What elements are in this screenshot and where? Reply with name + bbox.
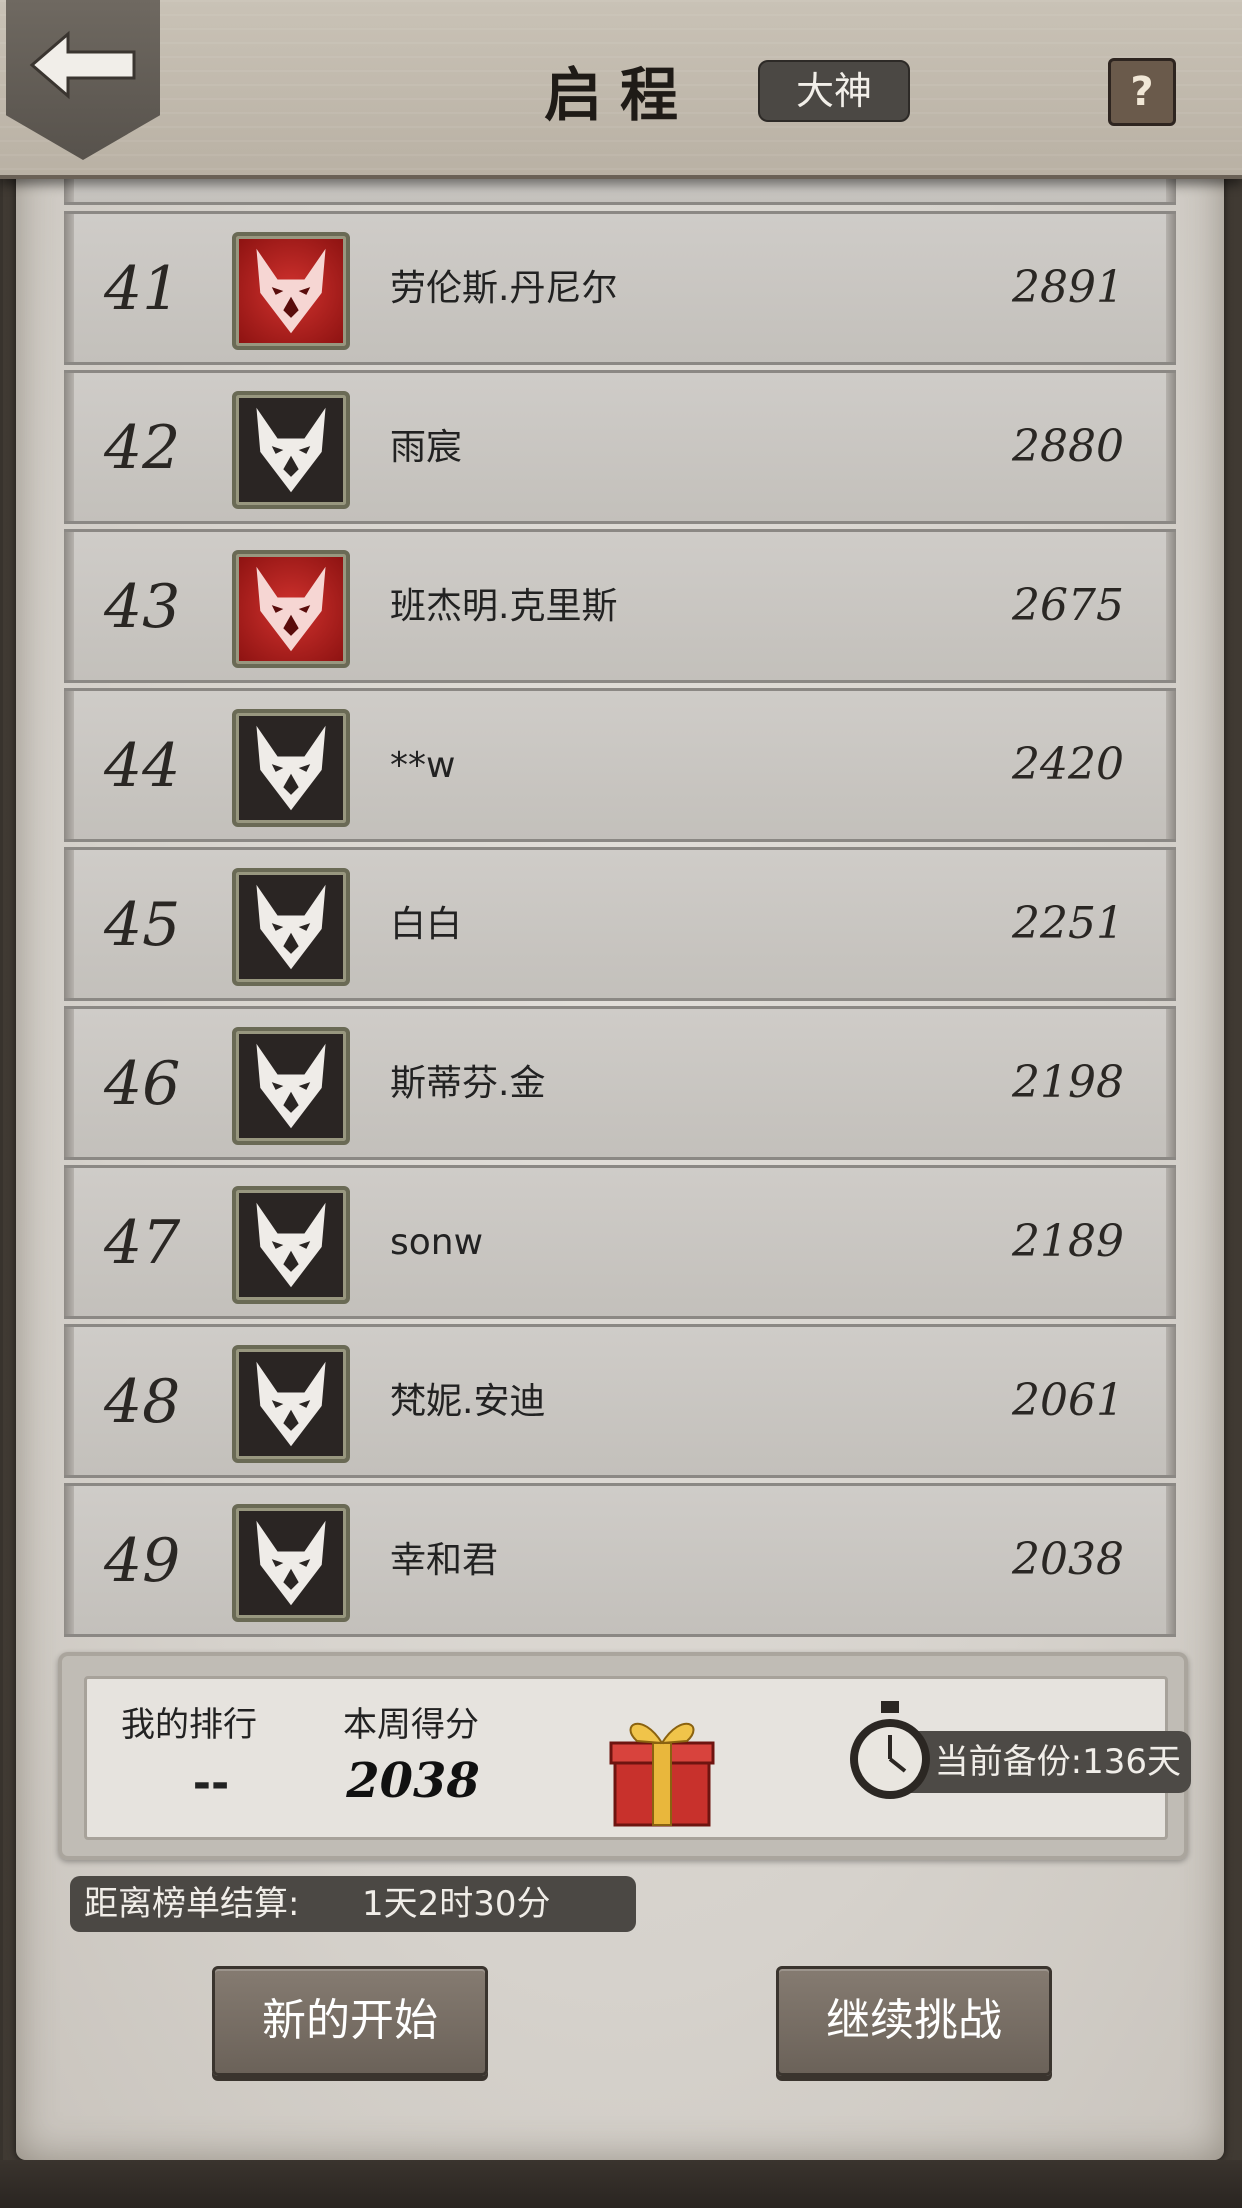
rank-number: 42	[104, 413, 181, 483]
rank-number: 41	[104, 254, 181, 324]
help-button[interactable]: ?	[1108, 58, 1176, 126]
header-bar: 启程 大神 ?	[0, 0, 1242, 179]
new-start-button[interactable]: 新的开始	[212, 1966, 488, 2076]
table-row: 46 斯蒂芬.金 2198	[64, 1006, 1176, 1160]
player-name: 劳伦斯.丹尼尔	[390, 268, 618, 309]
table-row: 43 班杰明.克里斯 2675	[64, 529, 1176, 683]
player-score: 2038	[1012, 1534, 1124, 1585]
player-score: 2675	[1012, 580, 1124, 631]
red-wolf-icon	[232, 232, 350, 350]
countdown-value: 1天2时30分	[362, 1884, 551, 1924]
leaderboard-list[interactable]: 41 劳伦斯.丹尼尔 2891 42 雨宸 2880 43 班杰明.克里斯 26…	[64, 175, 1176, 1640]
my-stats-inner: 我的排行 -- 本周得分 2038 当前备份:136天	[84, 1676, 1191, 1840]
red-wolf-icon	[232, 550, 350, 668]
my-rank-label: 我的排行	[121, 1705, 257, 1745]
rank-number: 46	[104, 1049, 181, 1119]
my-stats-panel: 我的排行 -- 本周得分 2038 当前备份:136天	[58, 1652, 1191, 1860]
rank-number: 45	[104, 890, 181, 960]
dark-wolf-icon	[232, 1186, 350, 1304]
player-name: **w	[390, 745, 456, 786]
dark-wolf-icon	[232, 1027, 350, 1145]
table-row: 47 sonw 2189	[64, 1165, 1176, 1319]
dark-wolf-icon	[232, 391, 350, 509]
player-name: 雨宸	[390, 427, 463, 468]
footer-wood	[0, 2160, 1242, 2208]
backup-days-label: 当前备份:136天	[895, 1731, 1191, 1793]
player-name: 班杰明.克里斯	[390, 586, 618, 627]
back-arrow-icon	[29, 30, 136, 100]
player-name: sonw	[390, 1222, 484, 1263]
rank-number: 47	[104, 1208, 181, 1278]
list-row-partial	[64, 175, 1176, 205]
player-score: 2251	[1012, 898, 1124, 949]
table-row: 41 劳伦斯.丹尼尔 2891	[64, 211, 1176, 365]
table-row: 42 雨宸 2880	[64, 370, 1176, 524]
dark-wolf-icon	[232, 868, 350, 986]
rank-number: 44	[104, 731, 181, 801]
rank-number: 48	[104, 1367, 181, 1437]
player-name: 白白	[390, 904, 463, 945]
player-score: 2891	[1012, 262, 1124, 313]
player-name: 幸和君	[390, 1540, 499, 1581]
week-score-value: 2038	[346, 1753, 480, 1809]
gift-box-icon[interactable]	[607, 1711, 717, 1829]
page-title: 启程	[543, 61, 696, 129]
rank-number: 43	[104, 572, 181, 642]
countdown-label: 距离榜单结算:	[84, 1884, 300, 1924]
table-row: 44 **w 2420	[64, 688, 1176, 842]
player-score: 2061	[1012, 1375, 1124, 1426]
week-score-label: 本周得分	[343, 1705, 479, 1745]
table-row: 48 梵妮.安迪 2061	[64, 1324, 1176, 1478]
player-name: 斯蒂芬.金	[390, 1063, 546, 1104]
back-button[interactable]	[6, 0, 160, 160]
difficulty-badge: 大神	[758, 60, 910, 122]
continue-challenge-button[interactable]: 继续挑战	[776, 1966, 1052, 2076]
dark-wolf-icon	[232, 1345, 350, 1463]
backup-indicator: 当前备份:136天	[845, 1701, 1225, 1799]
settlement-countdown: 距离榜单结算: 1天2时30分	[70, 1876, 636, 1932]
table-row: 45 白白 2251	[64, 847, 1176, 1001]
dark-wolf-icon	[232, 1504, 350, 1622]
player-score: 2880	[1012, 421, 1124, 472]
player-name: 梵妮.安迪	[390, 1381, 546, 1422]
dark-wolf-icon	[232, 709, 350, 827]
stopwatch-icon	[850, 1701, 930, 1799]
my-rank-value: --	[192, 1758, 230, 1809]
player-score: 2420	[1012, 739, 1124, 790]
table-row: 49 幸和君 2038	[64, 1483, 1176, 1637]
player-score: 2198	[1012, 1057, 1124, 1108]
player-score: 2189	[1012, 1216, 1124, 1267]
rank-number: 49	[104, 1526, 181, 1596]
